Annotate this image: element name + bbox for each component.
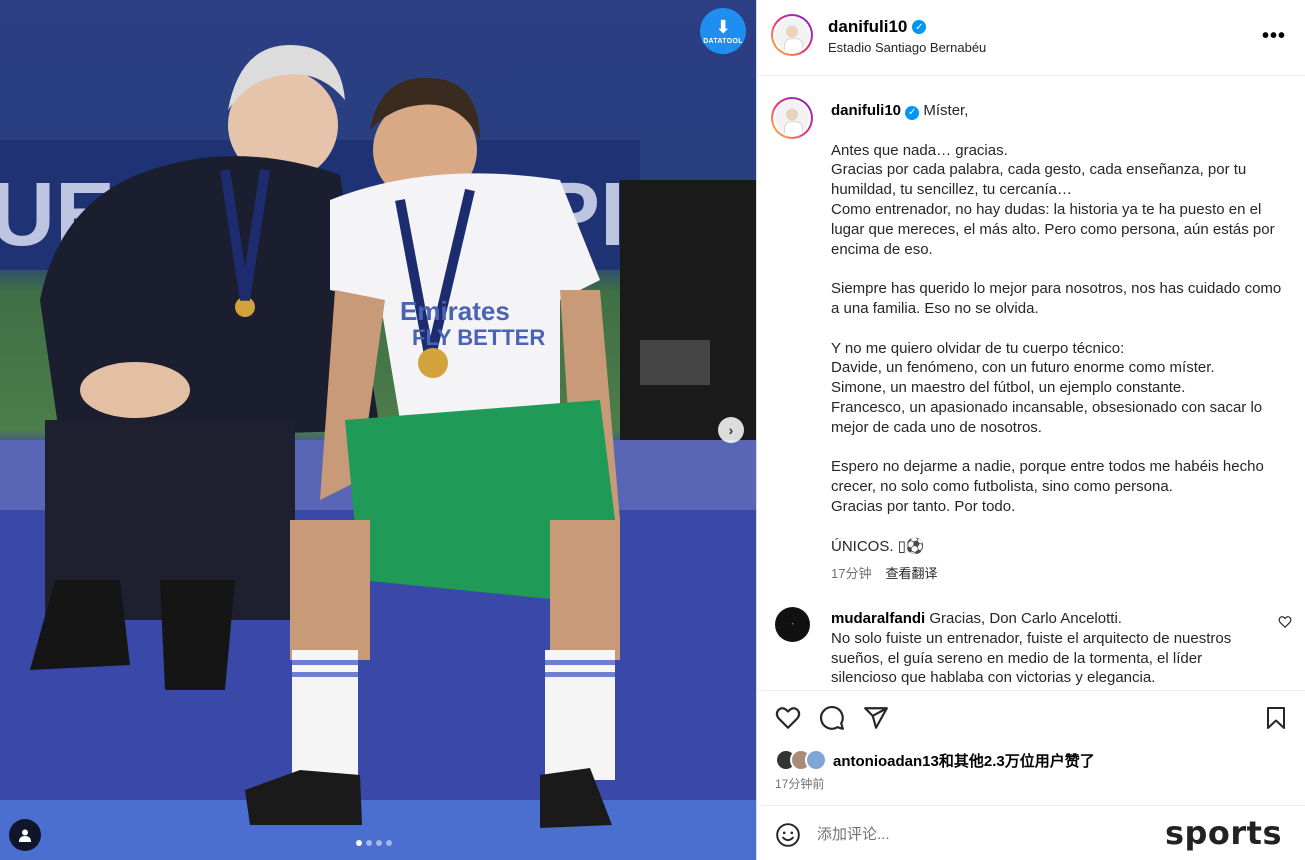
bookmark-icon[interactable] bbox=[1264, 705, 1288, 731]
carousel-dot bbox=[386, 840, 392, 846]
post-actions: antonioadan13和其他2.3万位用户赞了 17分钟前 bbox=[757, 690, 1305, 805]
caption-paragraph: Y no me quiero olvidar de tu cuerpo técn… bbox=[831, 339, 1263, 436]
comment-username[interactable]: mudaralfandi bbox=[831, 610, 925, 627]
chevron-right-icon: › bbox=[728, 422, 734, 438]
caption-time: 17分钟 bbox=[831, 566, 872, 581]
translate-link[interactable]: 查看翻译 bbox=[885, 563, 937, 582]
author-username[interactable]: danifuli10 bbox=[828, 17, 907, 37]
comment-input[interactable] bbox=[817, 822, 1117, 846]
comment-body: mudaralfandi Gracias, Don Carlo Ancelott… bbox=[831, 609, 1271, 688]
caption-author-avatar[interactable] bbox=[771, 97, 813, 139]
post-sidebar: danifuli10 ✓ Estadio Santiago Bernabéu •… bbox=[756, 0, 1305, 860]
post-caption: danifuli10 ✓ Míster, Antes que nada… gra… bbox=[831, 101, 1291, 556]
caption-paragraph: Antes que nada… gracias. Gracias por cad… bbox=[831, 141, 1275, 258]
caption-paragraph: Siempre has querido lo mejor para nosotr… bbox=[831, 280, 1286, 317]
carousel-dot bbox=[366, 840, 372, 846]
post-header: danifuli10 ✓ Estadio Santiago Bernabéu •… bbox=[757, 0, 1305, 76]
comment-composer: sports bbox=[757, 805, 1305, 860]
user-tag-button[interactable] bbox=[9, 819, 41, 851]
caption-paragraph: Espero no dejarme a nadie, porque entre … bbox=[831, 458, 1264, 515]
post-timestamp: 17分钟前 bbox=[775, 777, 825, 791]
svg-text:Emirates: Emirates bbox=[400, 296, 510, 326]
liker-avatar bbox=[805, 749, 827, 771]
comment-avatar[interactable]: • bbox=[775, 607, 810, 642]
post-photo[interactable]: UEF PIO Emirates FLY BETTER bbox=[0, 0, 756, 860]
comment-like-icon[interactable] bbox=[1278, 615, 1292, 629]
likes-summary[interactable]: antonioadan13和其他2.3万位用户赞了 bbox=[775, 749, 1095, 771]
caption-username[interactable]: danifuli10 bbox=[831, 102, 901, 119]
download-button[interactable]: ⬇ DATATOOL bbox=[700, 8, 746, 54]
likes-text[interactable]: antonioadan13和其他2.3万位用户赞了 bbox=[833, 750, 1095, 771]
author-avatar[interactable] bbox=[771, 14, 813, 56]
verified-icon: ✓ bbox=[912, 20, 927, 34]
caption-paragraph: ÚNICOS. ▯⚽ bbox=[831, 537, 925, 555]
svg-text:FLY BETTER: FLY BETTER bbox=[412, 325, 545, 350]
carousel-dot-active bbox=[356, 840, 362, 846]
carousel-dot bbox=[376, 840, 382, 846]
author-username-row: danifuli10 ✓ bbox=[828, 17, 927, 37]
carousel-indicator bbox=[356, 840, 392, 846]
caption-opening: Míster, bbox=[923, 102, 969, 119]
comment-icon[interactable] bbox=[819, 705, 845, 731]
action-icons bbox=[775, 705, 889, 731]
emoji-icon[interactable] bbox=[775, 822, 801, 848]
download-label: DATATOOL bbox=[703, 37, 743, 45]
more-icon[interactable]: ••• bbox=[1262, 26, 1286, 46]
post-location[interactable]: Estadio Santiago Bernabéu bbox=[828, 40, 986, 55]
watermark-logo: sports bbox=[1164, 814, 1282, 852]
caption-meta: 17分钟 查看翻译 bbox=[831, 563, 937, 582]
verified-icon: ✓ bbox=[905, 105, 920, 120]
comments-scroll-area[interactable]: danifuli10 ✓ Míster, Antes que nada… gra… bbox=[757, 77, 1305, 690]
liker-avatars bbox=[775, 749, 827, 771]
download-icon: ⬇ bbox=[715, 16, 731, 37]
share-icon[interactable] bbox=[863, 705, 889, 731]
carousel-next-button[interactable]: › bbox=[718, 417, 744, 443]
user-tag-icon bbox=[19, 829, 31, 842]
post-image: UEF PIO Emirates FLY BETTER bbox=[0, 0, 756, 860]
heart-icon[interactable] bbox=[775, 705, 801, 731]
